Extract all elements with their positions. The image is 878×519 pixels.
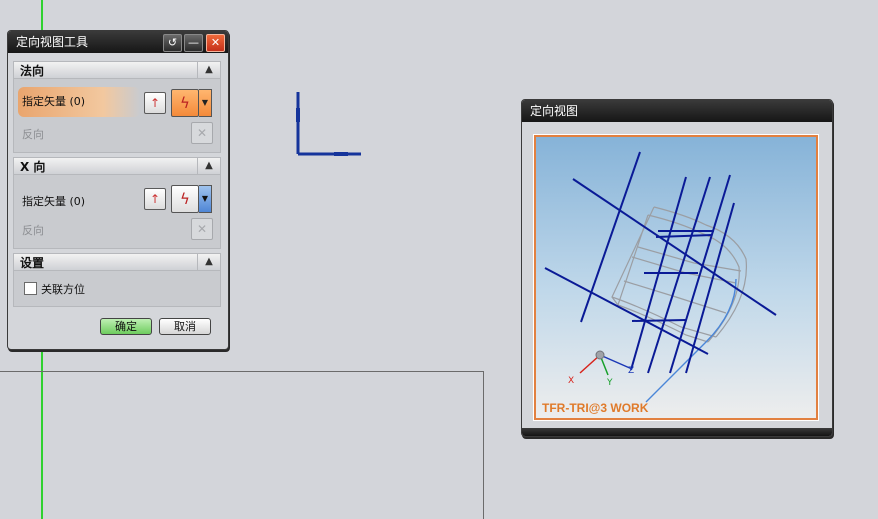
section-settings-title: 设置 <box>20 256 45 270</box>
close-icon[interactable]: ✕ <box>206 34 225 52</box>
x-reverse-label: 反向 <box>22 224 44 237</box>
inferred-vector-icon[interactable]: ϟ <box>171 185 199 213</box>
vector-dialog-icon[interactable]: ↑ <box>144 188 166 210</box>
orient-view-preview-dialog: 定向视图 X Y Z TFR-TRI@3 WORK <box>521 99 833 437</box>
section-settings-body: 关联方位 <box>13 271 221 307</box>
vector-type-dropdown[interactable]: ▼ <box>199 89 212 117</box>
chevron-up-icon[interactable]: ▲ <box>197 254 220 270</box>
section-normal-body: 指定矢量 (0) ↑ ϟ ▼ 反向 ✕ <box>13 79 221 153</box>
cancel-button[interactable]: 取消 <box>159 318 211 335</box>
x-specify-vector-label[interactable]: 指定矢量 (0) <box>22 193 85 209</box>
preview-dialog-title: 定向视图 <box>530 104 579 118</box>
vector-type-dropdown[interactable]: ▼ <box>199 185 212 213</box>
reverse-direction-icon: ✕ <box>191 218 213 240</box>
minimize-icon[interactable]: — <box>184 34 203 52</box>
section-normal-header[interactable]: 法向 ▲ <box>13 61 221 79</box>
reset-icon[interactable]: ↺ <box>163 34 182 52</box>
associative-orientation-label: 关联方位 <box>41 283 85 296</box>
chevron-up-icon[interactable]: ▲ <box>197 62 220 78</box>
axis-x-label: X <box>568 376 574 386</box>
ok-button[interactable]: 确定 <box>100 318 152 335</box>
reverse-direction-icon: ✕ <box>191 122 213 144</box>
dialog-title-bar[interactable]: 定向视图工具 ↺ — ✕ <box>8 31 228 53</box>
section-x-body: 指定矢量 (0) ↑ ϟ ▼ 反向 ✕ <box>13 175 221 249</box>
preview-title-bar[interactable]: 定向视图 <box>522 100 832 122</box>
model-wireframe-graphic: X Y Z <box>544 151 777 403</box>
associative-orientation-checkbox[interactable] <box>24 282 37 295</box>
viewport-frame-top <box>0 371 484 372</box>
section-settings-header[interactable]: 设置 ▲ <box>13 253 221 271</box>
dialog-title: 定向视图工具 <box>16 35 89 49</box>
inferred-vector-icon[interactable]: ϟ <box>171 89 199 117</box>
csys-triad-icon <box>296 92 361 156</box>
axis-y-label: Y <box>606 378 613 388</box>
section-x-header[interactable]: X 向 ▲ <box>13 157 221 175</box>
normal-reverse-label: 反向 <box>22 128 44 141</box>
axis-z-label: Z <box>628 366 634 376</box>
viewport-frame-right <box>483 371 484 519</box>
view-preview-panel[interactable]: X Y Z TFR-TRI@3 WORK <box>533 134 819 421</box>
chevron-up-icon[interactable]: ▲ <box>197 158 220 174</box>
normal-specify-vector-label[interactable]: 指定矢量 (0) <box>18 87 140 117</box>
vector-dialog-icon[interactable]: ↑ <box>144 92 166 114</box>
preview-caption: TFR-TRI@3 WORK <box>542 401 649 415</box>
orient-view-tool-dialog: 定向视图工具 ↺ — ✕ 法向 ▲ 指定矢量 (0) ↑ ϟ ▼ 反向 ✕ X … <box>7 30 229 350</box>
section-normal-title: 法向 <box>20 64 45 78</box>
preview-bottom-bar <box>522 428 832 436</box>
section-x-title: X 向 <box>20 160 46 174</box>
